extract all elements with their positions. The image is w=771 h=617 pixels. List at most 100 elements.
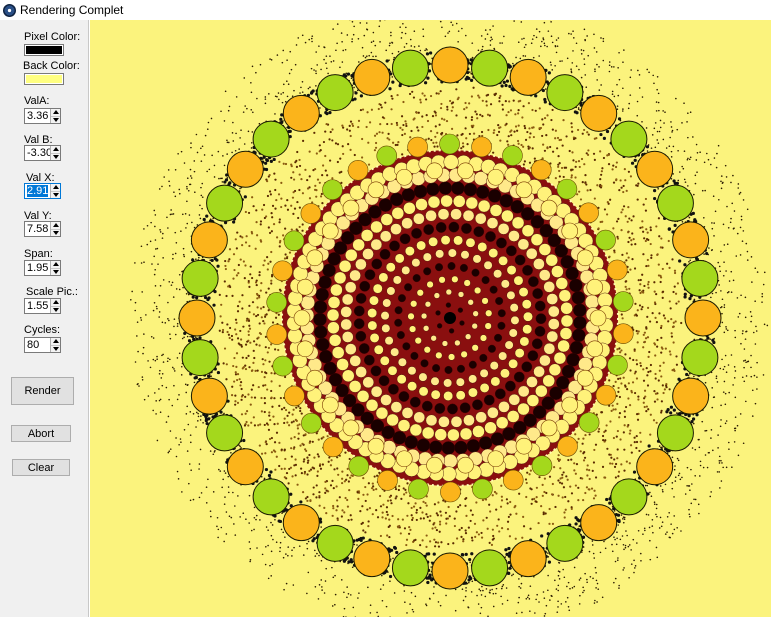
val-x-value[interactable]: 2.91 (25, 184, 50, 198)
speckle (444, 511, 448, 514)
speckle (432, 523, 435, 526)
speckle (155, 413, 157, 415)
speckle (172, 213, 175, 215)
val-x-spinner[interactable]: 2.91 (24, 183, 61, 199)
speckle (225, 511, 228, 513)
speckle (427, 575, 431, 579)
speckle (222, 478, 224, 481)
val-y-spinner[interactable]: 7.58 (24, 221, 61, 237)
speckle (725, 326, 727, 328)
val-y-down-button[interactable] (51, 228, 60, 236)
speckle (550, 64, 552, 66)
speckle (655, 110, 658, 112)
speckle (575, 111, 579, 115)
speckle (617, 519, 621, 524)
speckle (722, 274, 725, 277)
span-value[interactable]: 1.95 (25, 261, 50, 275)
speckle (611, 543, 613, 546)
speckle (267, 473, 272, 478)
val-y-value[interactable]: 7.58 (25, 222, 50, 236)
speckle (358, 592, 360, 594)
speckle (262, 319, 265, 323)
speckle (439, 510, 442, 513)
speckle (719, 270, 722, 273)
speckle (628, 404, 632, 407)
speckle (325, 62, 327, 64)
val-a-value[interactable]: 3.36 (25, 109, 50, 123)
speckle (265, 158, 269, 162)
speckle (178, 443, 180, 446)
speckle (570, 68, 572, 71)
speckle (161, 354, 163, 357)
val-x-down-button[interactable] (51, 190, 60, 198)
val-b-down-button[interactable] (51, 152, 60, 160)
back-color-swatch[interactable] (24, 73, 64, 85)
speckle (593, 47, 596, 49)
speckle (374, 141, 378, 145)
scale-pic-spinner[interactable]: 1.55 (24, 298, 61, 314)
val-a-spinner[interactable]: 3.36 (24, 108, 61, 124)
speckle (248, 285, 251, 288)
scale-pic-value[interactable]: 1.55 (25, 299, 50, 313)
speckle (547, 560, 552, 564)
clear-button[interactable]: Clear (12, 459, 70, 476)
speckle (252, 384, 255, 387)
abort-button[interactable]: Abort (11, 425, 71, 442)
speckle (185, 391, 188, 394)
speckle (341, 40, 343, 43)
speckle (391, 52, 394, 55)
speckle (467, 526, 470, 529)
speckle (265, 545, 267, 548)
speckle (173, 318, 176, 320)
cycles-down-button[interactable] (51, 344, 60, 352)
speckle (297, 216, 300, 220)
scale-pic-down-button[interactable] (51, 305, 60, 313)
back-color-label: Back Color: (23, 60, 80, 72)
speckle (616, 348, 619, 351)
speckle (251, 65, 254, 68)
speckle (506, 528, 510, 531)
speckle (512, 99, 515, 102)
speckle (608, 501, 612, 505)
speckle (455, 88, 458, 91)
speckle (615, 543, 618, 546)
pixel-color-swatch[interactable] (24, 44, 64, 56)
speckle (680, 321, 683, 325)
speckle (438, 123, 441, 126)
span-spinner[interactable]: 1.95 (24, 260, 61, 276)
span-down-button[interactable] (51, 267, 60, 275)
speckle (217, 150, 220, 153)
speckle (655, 507, 658, 510)
speckle (687, 185, 689, 187)
speckle (227, 475, 230, 478)
speckle (334, 574, 336, 577)
speckle (239, 187, 241, 190)
speckle (710, 249, 713, 252)
val-a-down-button[interactable] (51, 115, 60, 123)
speckle (213, 176, 216, 178)
speckle (480, 35, 483, 37)
speckle (224, 178, 229, 182)
speckle (400, 37, 403, 39)
speckle (430, 566, 432, 568)
speckle (243, 77, 246, 79)
render-button[interactable]: Render (11, 377, 74, 405)
speckle (634, 565, 637, 567)
render-canvas[interactable] (90, 20, 771, 617)
speckle (525, 43, 527, 46)
speckle (192, 412, 195, 415)
speckle (656, 75, 659, 78)
speckle (161, 372, 164, 375)
speckle (508, 84, 512, 89)
speckle (669, 353, 672, 356)
speckle (336, 23, 339, 25)
speckle (666, 531, 668, 533)
val-b-spinner[interactable]: -3.30 (24, 145, 61, 161)
speckle (444, 35, 447, 38)
speckle (134, 361, 137, 363)
cycles-spinner[interactable]: 80 (24, 337, 61, 353)
speckle (643, 237, 646, 240)
speckle (263, 410, 266, 414)
val-b-value[interactable]: -3.30 (25, 146, 50, 160)
cycles-value[interactable]: 80 (25, 338, 50, 352)
